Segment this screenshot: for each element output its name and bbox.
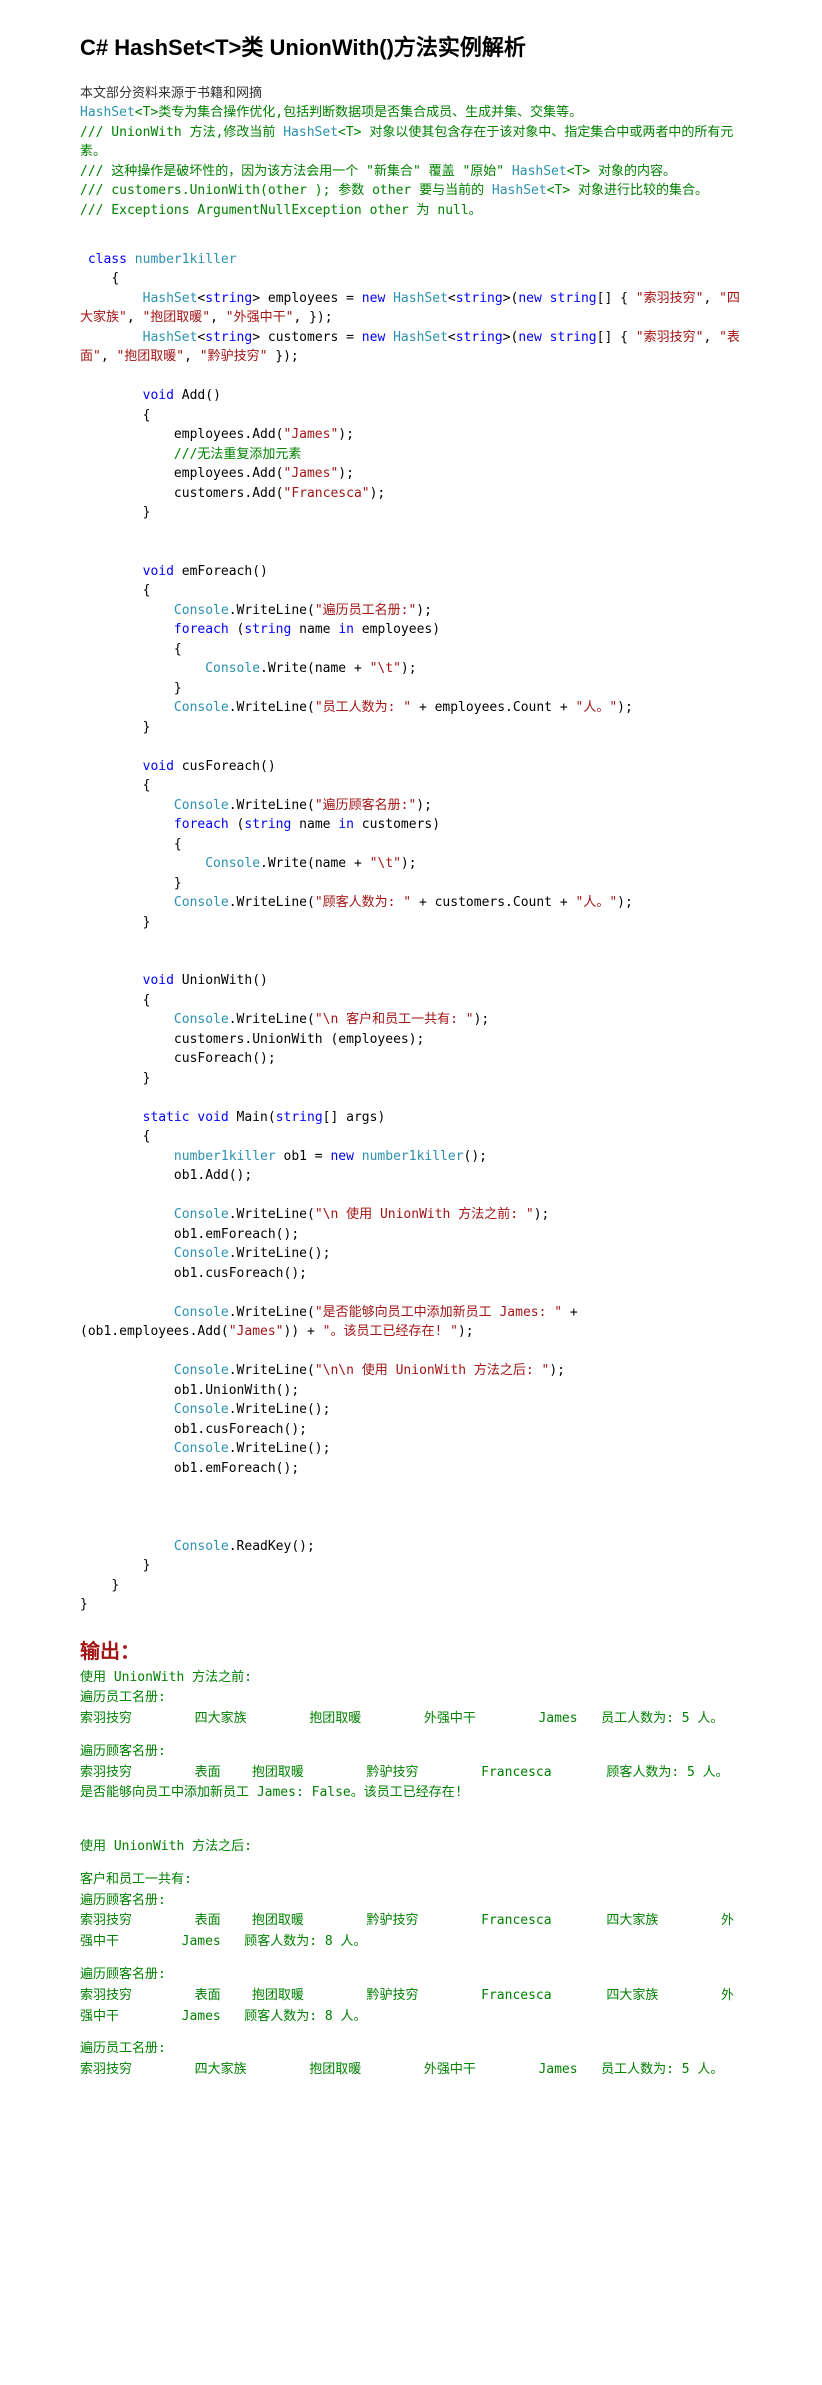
intro-comments: HashSet<T>类专为集合操作优化,包括判断数据项是否集合成员、生成并集、交… xyxy=(80,103,742,220)
output-block: 使用 UnionWith 方法之前: 遍历员工名册: 索羽技穷 四大家族 抱团取… xyxy=(80,1668,742,2082)
output-heading: 输出： xyxy=(80,1635,742,1664)
page-title: C# HashSet<T>类 UnionWith()方法实例解析 xyxy=(80,30,742,62)
document-page: C# HashSet<T>类 UnionWith()方法实例解析 本文部分资料来… xyxy=(0,0,822,2121)
source-note: 本文部分资料来源于书籍和网摘 xyxy=(80,82,742,101)
code-block: class number1killer { HashSet<string> em… xyxy=(80,230,742,1615)
